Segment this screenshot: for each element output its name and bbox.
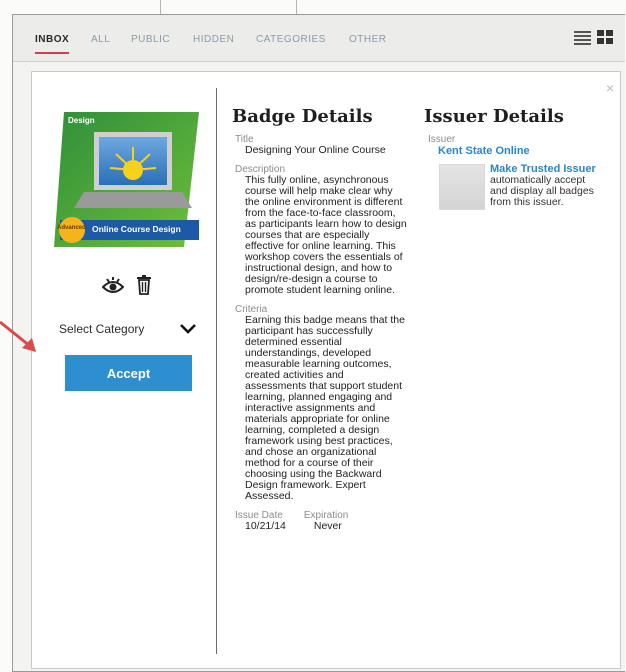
badge-details: Title Designing Your Online Course Descr… [235, 134, 407, 532]
trash-icon[interactable] [136, 275, 152, 295]
grid-view-icon[interactable] [597, 30, 614, 45]
expiration-value: Never [313, 520, 342, 532]
accept-button[interactable]: Accept [65, 355, 192, 391]
issuer-label: Issuer [428, 134, 456, 145]
description-value: This fully online, asynchronous course w… [245, 174, 407, 296]
issue-date-value: 10/21/14 [245, 520, 286, 532]
issuer-details-heading: Issuer Details [424, 106, 564, 127]
tab-inbox[interactable]: INBOX [35, 34, 70, 54]
app-window: INBOX ALL PUBLIC HIDDEN CATEGORIES OTHER… [12, 14, 625, 672]
frame-divider [296, 0, 297, 14]
close-icon[interactable]: × [606, 80, 614, 96]
tab-hidden[interactable]: HIDDEN [193, 34, 234, 45]
badge-corner-label: Design [68, 116, 95, 125]
title-value: Designing Your Online Course [245, 144, 386, 156]
issuer-name[interactable]: Kent State Online [438, 145, 608, 158]
criteria-value: Earning this badge means that the partic… [245, 314, 405, 502]
tab-categories[interactable]: CATEGORIES [256, 34, 326, 45]
badge-level-label: Advanced [57, 225, 86, 231]
tab-public[interactable]: PUBLIC [131, 34, 170, 45]
category-select[interactable]: Select Category [59, 320, 197, 340]
annotation-arrow-icon [0, 320, 36, 352]
tab-all[interactable]: ALL [91, 34, 110, 45]
badge-details-heading: Badge Details [232, 106, 373, 127]
frame-divider [160, 0, 161, 14]
tab-bar: INBOX ALL PUBLIC HIDDEN CATEGORIES OTHER [13, 15, 625, 62]
column-divider [216, 88, 217, 654]
category-select-label: Select Category [59, 322, 145, 336]
chevron-down-icon[interactable] [179, 320, 197, 338]
trusted-issuer-description: automatically accept and display all bad… [490, 174, 594, 208]
badge-detail-modal: × Design Advanced Online Course Design S… [31, 71, 621, 669]
issuer-details: Issuer Kent State Online Make Trusted Is… [428, 134, 608, 244]
badge-ribbon-label: Online Course Design [92, 224, 181, 234]
eye-icon[interactable] [102, 276, 124, 294]
tab-other[interactable]: OTHER [349, 34, 387, 45]
issuer-avatar [439, 164, 485, 210]
list-view-icon[interactable] [574, 30, 591, 45]
